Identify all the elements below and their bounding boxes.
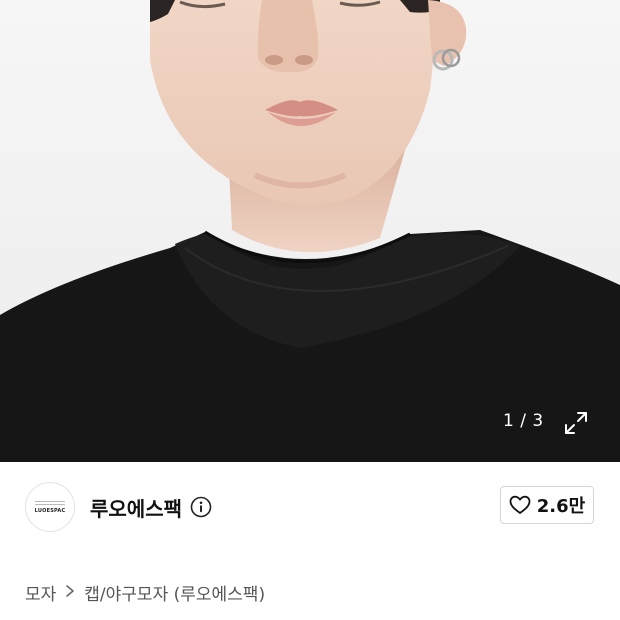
brand-logo[interactable]: LUOESPAC — [25, 482, 75, 532]
like-button[interactable]: 2.6만 — [500, 486, 594, 524]
logo-line — [35, 501, 65, 502]
breadcrumb: 모자 캡/야구모자 (루오에스팩) — [25, 580, 265, 605]
breadcrumb-item-category[interactable]: 모자 — [25, 580, 56, 605]
like-count: 2.6만 — [536, 496, 586, 517]
product-photo — [0, 0, 620, 462]
breadcrumb-item-subcategory[interactable]: 캡/야구모자 (루오에스팩) — [84, 580, 265, 605]
image-counter: 1 / 3 — [503, 411, 544, 431]
brand-name[interactable]: 루오에스팩 — [90, 493, 182, 522]
heart-outline-icon — [509, 495, 531, 514]
brand-row: LUOESPAC 루오에스팩 2.6만 — [0, 462, 620, 554]
product-image-gallery[interactable]: 1 / 3 — [0, 0, 620, 462]
chevron-right-icon — [65, 584, 75, 602]
logo-line — [35, 504, 65, 505]
info-circle-icon[interactable] — [190, 496, 212, 518]
expand-arrows-icon[interactable] — [562, 409, 590, 437]
brand-logo-text: LUOESPAC — [34, 508, 66, 514]
